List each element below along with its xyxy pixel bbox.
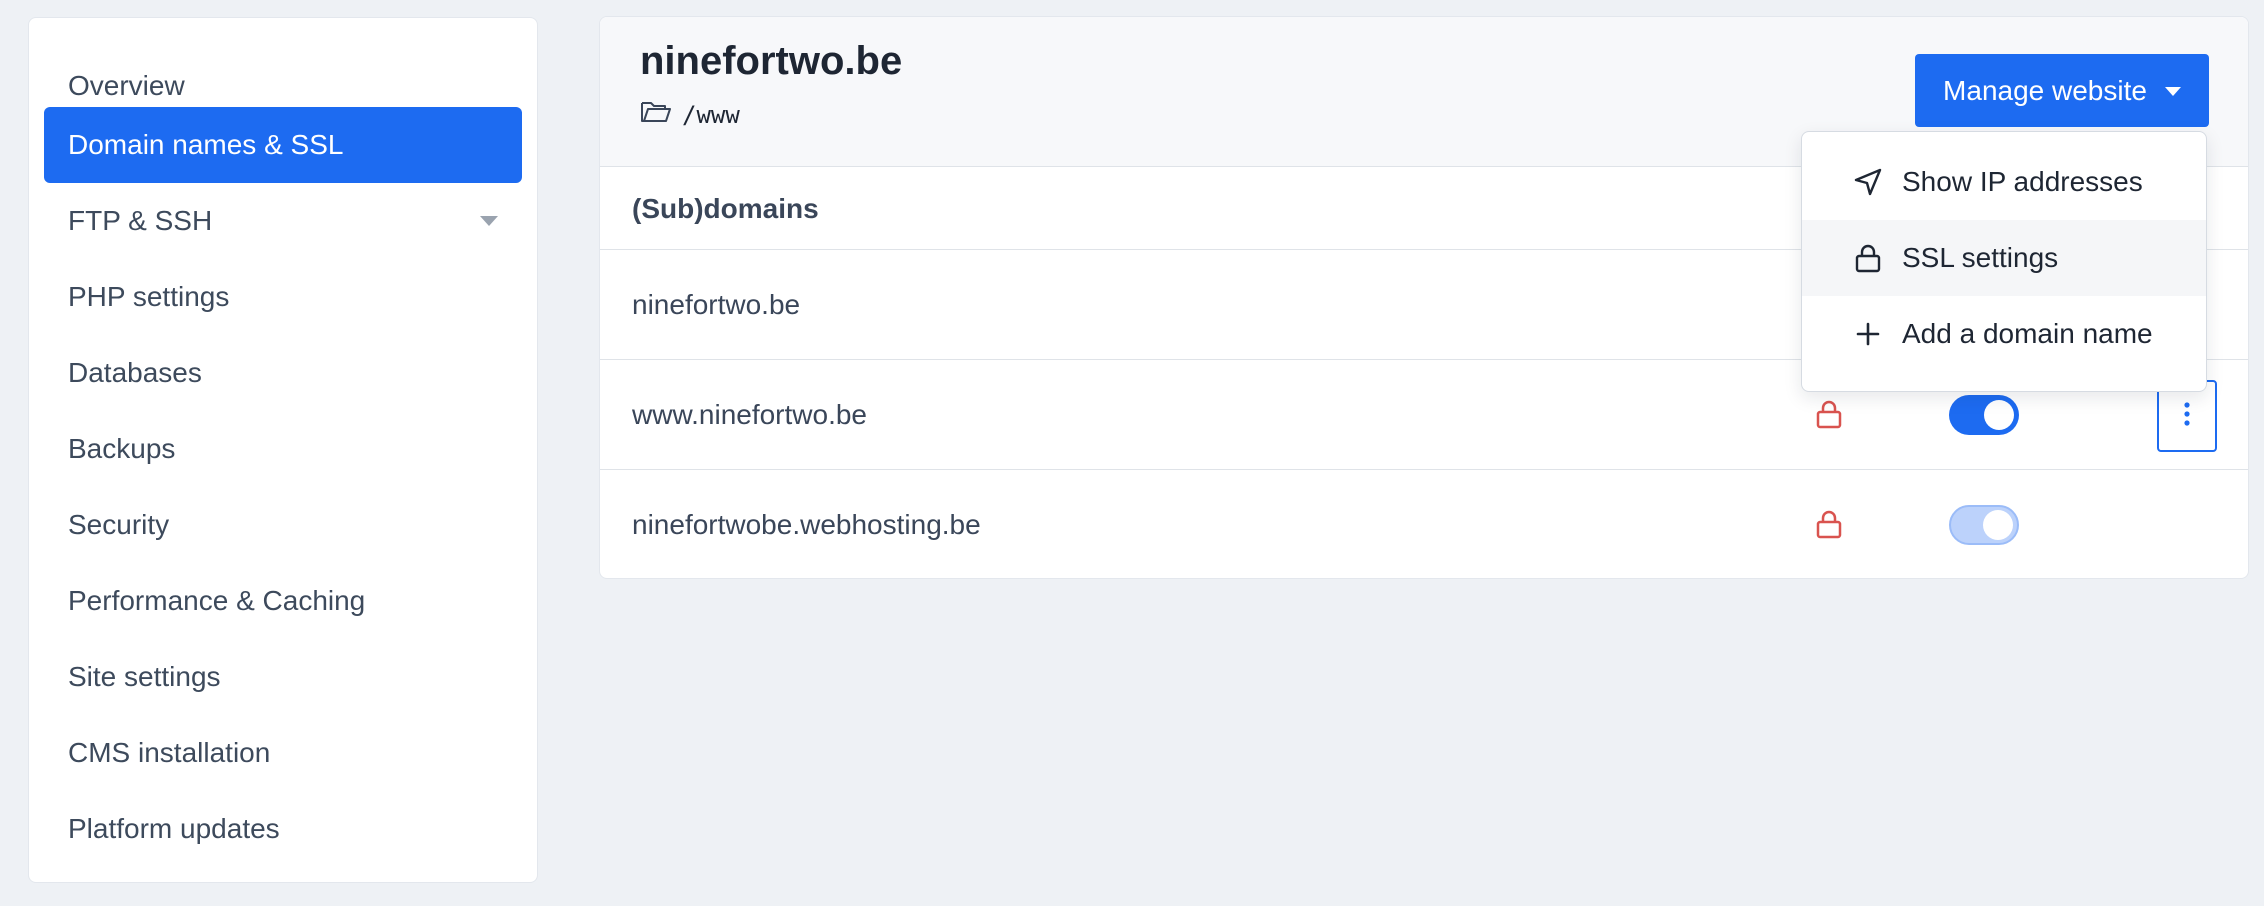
menu-item-label: SSL settings: [1902, 242, 2059, 273]
column-header-subdomains: (Sub)domains: [632, 192, 819, 224]
ssl-toggle[interactable]: [1949, 395, 2019, 435]
more-vertical-icon: [2183, 401, 2191, 432]
lock-icon: [1852, 242, 1884, 274]
sidebar-item-performance-caching[interactable]: Performance & Caching: [44, 563, 522, 639]
plus-icon: [1852, 318, 1884, 350]
menu-item-show-ip-addresses[interactable]: Show IP addresses: [1802, 144, 2206, 220]
domain-name: www.ninefortwo.be: [632, 398, 868, 430]
lock-icon: [1815, 399, 1843, 434]
sidebar-item-label: FTP & SSH: [68, 205, 213, 236]
menu-item-add-domain-name[interactable]: Add a domain name: [1802, 296, 2206, 372]
page-title: ninefortwo.be: [640, 39, 903, 83]
sidebar-item-domain-names-ssl[interactable]: Domain names & SSL: [44, 107, 522, 183]
toggle-knob: [1983, 510, 2013, 540]
menu-item-ssl-settings[interactable]: SSL settings: [1802, 220, 2206, 296]
sidebar-item-site-settings[interactable]: Site settings: [44, 639, 522, 715]
sidebar-item-backups[interactable]: Backups: [44, 411, 522, 487]
folder-open-icon: [640, 99, 672, 130]
toggle-knob: [1984, 400, 2014, 430]
ssl-toggle-disabled[interactable]: [1949, 505, 2019, 545]
sidebar-item-databases[interactable]: Databases: [44, 335, 522, 411]
sidebar: Overview Domain names & SSL FTP & SSH PH…: [28, 17, 538, 883]
caret-down-icon: [2164, 87, 2181, 96]
manage-website-label: Manage website: [1943, 74, 2147, 106]
chevron-down-icon[interactable]: [480, 216, 498, 226]
sidebar-item-php-settings[interactable]: PHP settings: [44, 259, 522, 335]
manage-website-dropdown: Show IP addresses SSL settings Add a dom…: [1801, 131, 2207, 392]
path-row: /www: [640, 99, 740, 130]
domain-name: ninefortwobe.webhosting.be: [632, 509, 981, 540]
manage-website-button[interactable]: Manage website: [1915, 54, 2209, 127]
sidebar-item-cms-installation[interactable]: CMS installation: [44, 715, 522, 791]
sidebar-item-ftp-ssh[interactable]: FTP & SSH: [44, 183, 522, 259]
menu-item-label: Show IP addresses: [1902, 166, 2143, 197]
navigation-arrow-icon: [1852, 166, 1884, 198]
document-root-path: /www: [682, 100, 740, 129]
sidebar-item-security[interactable]: Security: [44, 487, 522, 563]
table-row: ninefortwobe.webhosting.be: [600, 470, 2248, 578]
domain-name: ninefortwo.be: [632, 288, 801, 320]
lock-icon: [1815, 509, 1843, 544]
sidebar-item-platform-updates[interactable]: Platform updates: [44, 791, 522, 867]
menu-item-label: Add a domain name: [1902, 318, 2153, 349]
